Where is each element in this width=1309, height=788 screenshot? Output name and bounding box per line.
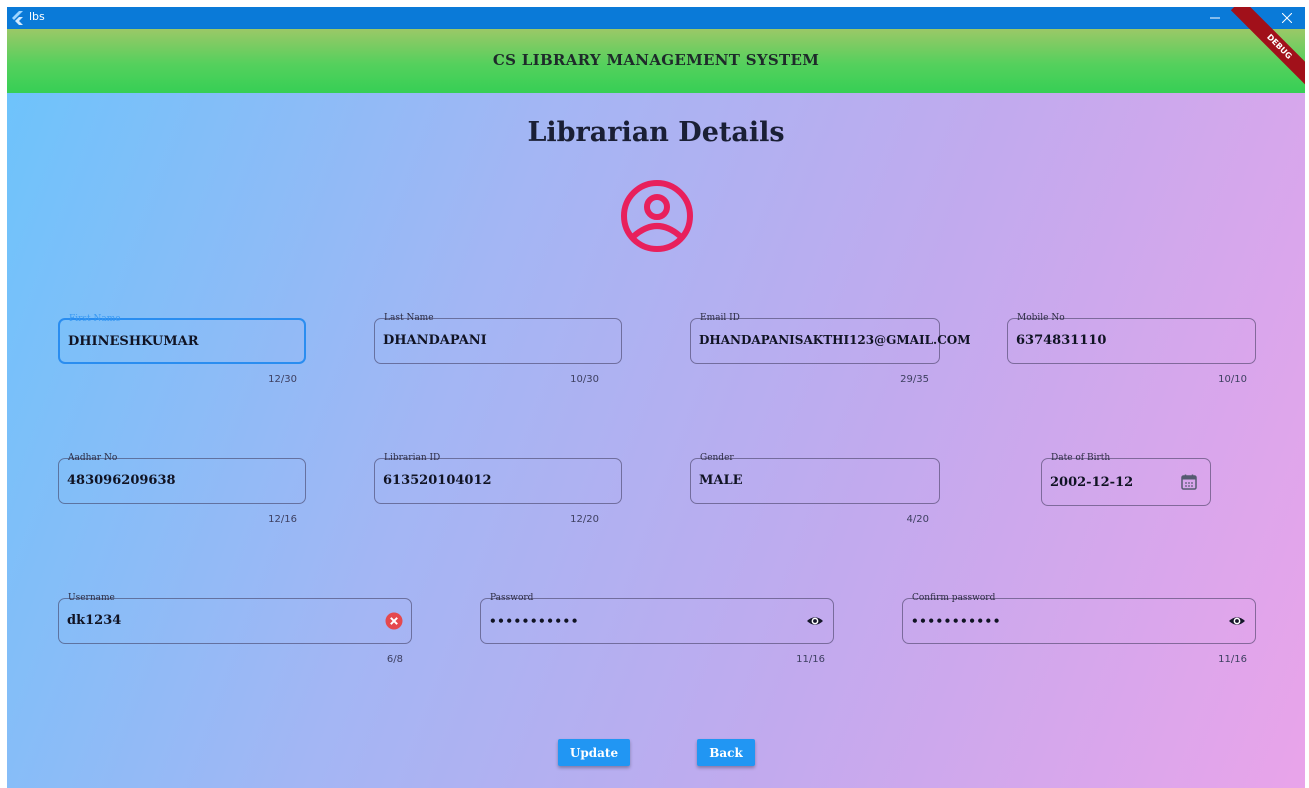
app-window: lbs CS LIBRARY MANAGEMENT SYSTEM DEBUG L… (7, 7, 1305, 788)
aadhar-counter: 12/16 (268, 514, 297, 525)
username-field[interactable]: Username dk1234 (58, 593, 412, 644)
minimize-icon[interactable] (1197, 7, 1233, 29)
date-of-birth-label: Date of Birth (1051, 453, 1111, 463)
aadhar-value: 483096209638 (67, 473, 176, 488)
email-label: Email ID (700, 313, 740, 323)
flutter-icon (11, 10, 27, 26)
aadhar-label: Aadhar No (68, 453, 118, 463)
first-name-value: DHINESHKUMAR (68, 334, 199, 349)
page-title: Librarian Details (527, 117, 785, 148)
eye-icon[interactable] (1228, 612, 1246, 630)
mobile-counter: 10/10 (1218, 374, 1247, 385)
title-bar: lbs (7, 7, 1305, 29)
date-of-birth-value: 2002-12-12 (1050, 475, 1134, 490)
update-button[interactable]: Update (558, 739, 630, 766)
librarian-id-label: Librarian ID (384, 453, 441, 463)
back-button[interactable]: Back (697, 739, 755, 766)
mobile-field[interactable]: Mobile No 6374831110 (1007, 313, 1256, 364)
first-name-label: First Name (69, 314, 121, 324)
librarian-id-counter: 12/20 (570, 514, 599, 525)
mobile-value: 6374831110 (1016, 333, 1107, 348)
username-counter: 6/8 (386, 654, 403, 665)
confirm-password-counter: 11/16 (1218, 654, 1247, 665)
aadhar-field[interactable]: Aadhar No 483096209638 (58, 453, 306, 504)
username-value: dk1234 (67, 613, 122, 628)
confirm-password-field[interactable]: Confirm password ••••••••••• (902, 593, 1256, 644)
confirm-password-value: ••••••••••• (911, 614, 1001, 628)
window-title: lbs (29, 10, 45, 23)
username-label: Username (68, 593, 115, 603)
clear-icon[interactable] (385, 612, 403, 630)
librarian-id-value: 613520104012 (383, 473, 492, 488)
gender-field[interactable]: Gender MALE (690, 453, 940, 504)
password-counter: 11/16 (796, 654, 825, 665)
librarian-id-field[interactable]: Librarian ID 613520104012 (374, 453, 622, 504)
last-name-counter: 10/30 (570, 374, 599, 385)
last-name-value: DHANDAPANI (383, 333, 487, 348)
email-counter: 29/35 (900, 374, 929, 385)
first-name-field[interactable]: First Name DHINESHKUMAR (58, 314, 306, 364)
password-field[interactable]: Password ••••••••••• (480, 593, 834, 644)
calendar-icon[interactable] (1180, 473, 1198, 491)
last-name-field[interactable]: Last Name DHANDAPANI (374, 313, 622, 364)
mobile-label: Mobile No (1017, 313, 1065, 323)
password-value: ••••••••••• (489, 614, 579, 628)
gender-value: MALE (699, 473, 743, 488)
email-value: DHANDAPANISAKTHI123@GMAIL.COM (699, 333, 971, 347)
close-icon[interactable] (1269, 7, 1305, 29)
account-circle-icon (621, 180, 693, 252)
date-of-birth-field[interactable]: Date of Birth 2002-12-12 (1041, 453, 1211, 506)
password-label: Password (490, 593, 534, 603)
app-bar: CS LIBRARY MANAGEMENT SYSTEM DEBUG (7, 7, 1305, 96)
gender-counter: 4/20 (906, 514, 929, 525)
gender-label: Gender (700, 453, 734, 463)
app-bar-title: CS LIBRARY MANAGEMENT SYSTEM (492, 51, 820, 69)
email-field[interactable]: Email ID DHANDAPANISAKTHI123@GMAIL.COM (690, 313, 970, 364)
librarian-details-page: Librarian Details First Name DHINESHKUMA… (7, 93, 1305, 788)
first-name-counter: 12/30 (268, 374, 297, 385)
confirm-password-label: Confirm password (912, 593, 996, 603)
eye-icon[interactable] (806, 612, 824, 630)
last-name-label: Last Name (384, 313, 434, 323)
